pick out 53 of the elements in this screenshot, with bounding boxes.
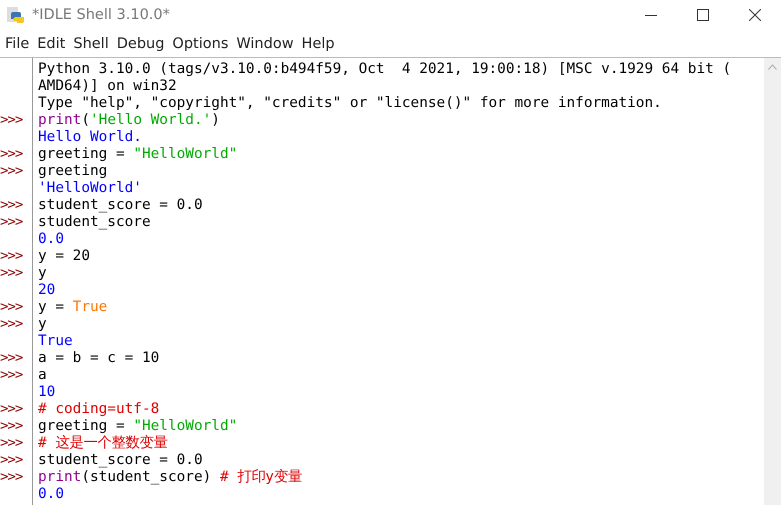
prompt-marker: >>> [0,316,22,332]
prompt-marker: >>> [0,197,22,213]
prompt-marker: >>> [0,401,22,417]
prompt-marker: >>> [0,469,22,485]
menu-item[interactable]: Window [235,36,301,52]
prompt-marker: >>> [0,350,22,366]
python-logo-icon [6,5,26,25]
menu-item[interactable]: Edit [36,36,72,52]
window-title: *IDLE Shell 3.10.0* [32,7,171,23]
shell-line: AMD64)] on win32 [38,78,177,94]
close-icon[interactable] [749,9,761,21]
shell-line: student_score = 0.0 [38,452,203,468]
shell-line: Hello World. [38,129,142,145]
shell-line: y [38,316,47,332]
shell-line: greeting = "HelloWorld" [38,146,238,162]
shell-line: a [38,367,47,383]
shell-line: 0.0 [38,486,64,502]
prompt-marker: >>> [0,367,22,383]
shell-line: y = True [38,299,108,315]
prompt-marker: >>> [0,146,22,162]
shell-line: Type "help", "copyright", "credits" or "license()" for more information. [38,95,662,111]
prompt-marker: >>> [0,112,22,128]
shell-line: greeting [38,163,108,179]
prompt-marker: >>> [0,163,22,179]
shell-line: print('Hello World.') [38,112,220,128]
shell-line: Python 3.10.0 (tags/v3.10.0:b494f59, Oct 4 2021, 19:00:18) [MSC v.1929 64 bit ( [38,61,732,77]
shell-line: y [38,265,47,281]
prompt-marker: >>> [0,265,22,281]
prompt-marker: >>> [0,299,22,315]
shell-line: 0.0 [38,231,64,247]
menu-item[interactable]: File [4,36,36,52]
shell-line: 20 [38,282,56,298]
shell-line: 'HelloWorld' [38,180,142,196]
menu-item[interactable]: Shell [72,36,116,52]
shell-line: # 这是一个整数变量 [38,435,168,451]
maximize-icon[interactable] [697,9,709,21]
shell-line: # coding=utf-8 [38,401,160,417]
shell-line: print(student_score) # 打印y变量 [38,469,302,485]
menu-item[interactable]: Options [171,36,236,52]
shell-line: a = b = c = 10 [38,350,160,366]
shell-line: y = 20 [38,248,90,264]
menu-item[interactable]: Help [300,36,342,52]
prompt-marker: >>> [0,452,22,468]
prompt-marker: >>> [0,418,22,434]
prompt-marker: >>> [0,248,22,264]
prompt-marker: >>> [0,435,22,451]
shell-line: 10 [38,384,56,400]
menu-item[interactable]: Debug [116,36,172,52]
shell-line: student_score = 0.0 [38,197,203,213]
prompt-marker: >>> [0,214,22,230]
shell-line: student_score [38,214,151,230]
shell-line: True [38,333,73,349]
shell-line: greeting = "HelloWorld" [38,418,238,434]
